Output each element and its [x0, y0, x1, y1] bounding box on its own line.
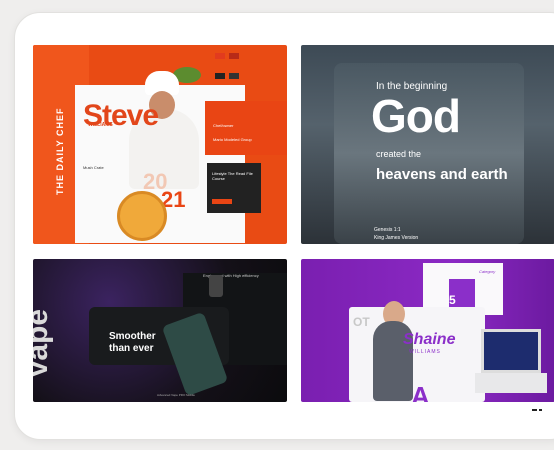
god-line3: heavens and earth	[376, 166, 508, 183]
vape-device-small	[209, 275, 223, 297]
chef-info-line1: Chef/owner	[213, 123, 234, 128]
chef-small-text: Mush Crate	[83, 165, 104, 170]
color-swatch	[229, 73, 239, 79]
chef-surname: WILLIAMS	[88, 122, 113, 128]
color-swatch	[229, 53, 239, 59]
chef-course-button	[212, 199, 232, 204]
template-card-shaine[interactable]: Category 5 OT Shaine WILLIAMS A	[301, 259, 554, 402]
template-card-chef[interactable]: THE DAILY CHEF Steve WILLIAMS Chef/owner…	[33, 45, 287, 244]
chef-vertical-title: THE DAILY CHEF	[55, 107, 65, 195]
chef-info-line2: Mario Modeled Group	[213, 137, 252, 142]
color-swatch	[215, 53, 225, 59]
god-reference: Genesis 1:1	[374, 227, 401, 233]
chef-info-box: Chef/owner Mario Modeled Group	[205, 101, 287, 155]
shaine-number: 5	[449, 293, 456, 307]
shaine-name: Shaine	[403, 331, 456, 348]
vape-footer: Advanced Vape PRO Mobile	[157, 393, 195, 397]
pizza-image	[117, 191, 167, 241]
god-line2: created the	[376, 149, 422, 159]
shaine-category: Category	[479, 269, 496, 274]
color-swatch	[215, 73, 225, 79]
laptop-base	[475, 373, 547, 393]
pagination-indicator[interactable]	[532, 409, 542, 414]
shaine-surname: WILLIAMS	[409, 349, 441, 355]
laptop-image	[481, 329, 541, 373]
vape-vertical-word: Vape	[33, 308, 55, 380]
shaine-big-letter: A	[411, 381, 430, 402]
god-headline: God	[371, 90, 461, 142]
template-card-god[interactable]: In the beginning God created the heavens…	[301, 45, 554, 244]
chef-course-box: Lifestyle The Read File Course	[207, 163, 261, 213]
god-version: King James Version	[374, 235, 419, 241]
template-card-vape[interactable]: Vape Engineered with High efficiency Smo…	[33, 259, 287, 402]
chef-course-text: Lifestyle The Read File Course	[212, 171, 253, 181]
shaine-partial-text: OT	[353, 315, 370, 329]
